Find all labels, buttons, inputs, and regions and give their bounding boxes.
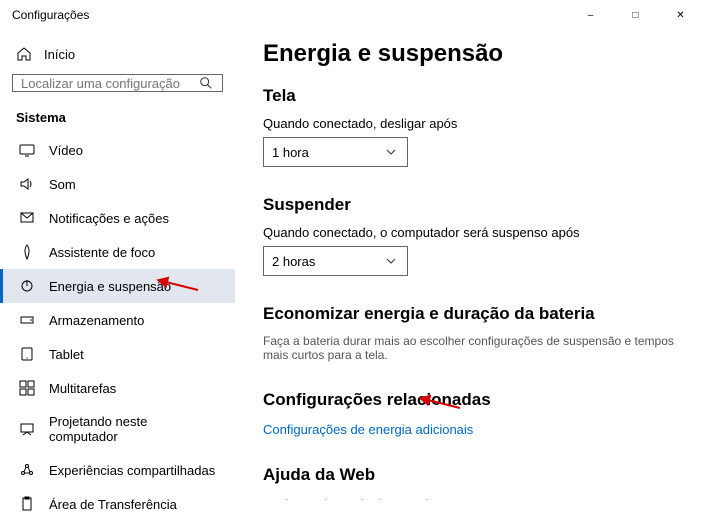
screen-label: Quando conectado, desligar após [263,116,675,131]
sidebar-item-label: Experiências compartilhadas [49,463,215,478]
home-label: Início [44,47,75,62]
chevron-down-icon [383,253,399,269]
sidebar-item-focus[interactable]: Assistente de foco [0,235,235,269]
main-pane: Energia e suspensão Tela Quando conectad… [235,30,703,500]
window-title: Configurações [12,8,89,22]
sound-icon [19,176,35,192]
projecting-icon [19,421,35,437]
sleep-label: Quando conectado, o computador será susp… [263,225,675,240]
additional-power-link[interactable]: Configurações de energia adicionais [263,422,473,437]
sidebar: Início Sistema Vídeo Som Notificaç [0,30,235,500]
sidebar-item-power[interactable]: Energia e suspensão [0,269,235,303]
close-button[interactable]: ✕ [658,0,703,30]
section-label: Sistema [0,104,235,133]
focus-icon [19,244,35,260]
maximize-button[interactable]: □ [613,0,658,30]
sidebar-item-label: Vídeo [49,143,83,158]
minimize-button[interactable]: – [568,0,613,30]
sidebar-item-label: Multitarefas [49,381,116,396]
power-icon [19,278,35,294]
sidebar-item-projecting[interactable]: Projetando neste computador [0,405,235,453]
sidebar-item-sound[interactable]: Som [0,167,235,201]
clipboard-icon [19,496,35,512]
sidebar-item-clipboard[interactable]: Área de Transferência [0,487,235,521]
sidebar-item-label: Notificações e ações [49,211,169,226]
sleep-heading: Suspender [263,195,675,215]
page-title: Energia e suspensão [263,40,675,68]
select-value: 2 horas [272,254,315,269]
screen-timeout-select[interactable]: 1 hora [263,137,408,167]
sidebar-item-label: Área de Transferência [49,497,177,512]
display-icon [19,142,35,158]
sidebar-item-label: Armazenamento [49,313,144,328]
sidebar-item-label: Assistente de foco [49,245,155,260]
multitask-icon [19,380,35,396]
sleep-timeout-select[interactable]: 2 horas [263,246,408,276]
sidebar-item-multitask[interactable]: Multitarefas [0,371,235,405]
search-input[interactable] [21,76,198,91]
sidebar-item-video[interactable]: Vídeo [0,133,235,167]
notifications-icon [19,210,35,226]
battery-heading: Economizar energia e duração da bateria [263,304,675,324]
home-icon [16,46,32,62]
sidebar-item-label: Som [49,177,76,192]
chevron-down-icon [383,144,399,160]
sidebar-item-label: Energia e suspensão [49,279,171,294]
sidebar-item-notifications[interactable]: Notificações e ações [0,201,235,235]
select-value: 1 hora [272,145,309,160]
related-heading: Configurações relacionadas [263,390,675,410]
sidebar-item-shared[interactable]: Experiências compartilhadas [0,453,235,487]
shared-icon [19,462,35,478]
screen-heading: Tela [263,86,675,106]
search-box[interactable] [12,74,223,92]
tablet-icon [19,346,35,362]
home-button[interactable]: Início [0,38,235,74]
sidebar-item-tablet[interactable]: Tablet [0,337,235,371]
titlebar: Configurações – □ ✕ [0,0,703,30]
search-icon [198,75,214,91]
battery-desc: Faça a bateria durar mais ao escolher co… [263,334,675,362]
sidebar-item-storage[interactable]: Armazenamento [0,303,235,337]
webhelp-heading: Ajuda da Web [263,465,675,485]
storage-icon [19,312,35,328]
sidebar-item-label: Tablet [49,347,84,362]
sidebar-item-label: Projetando neste computador [49,414,219,444]
